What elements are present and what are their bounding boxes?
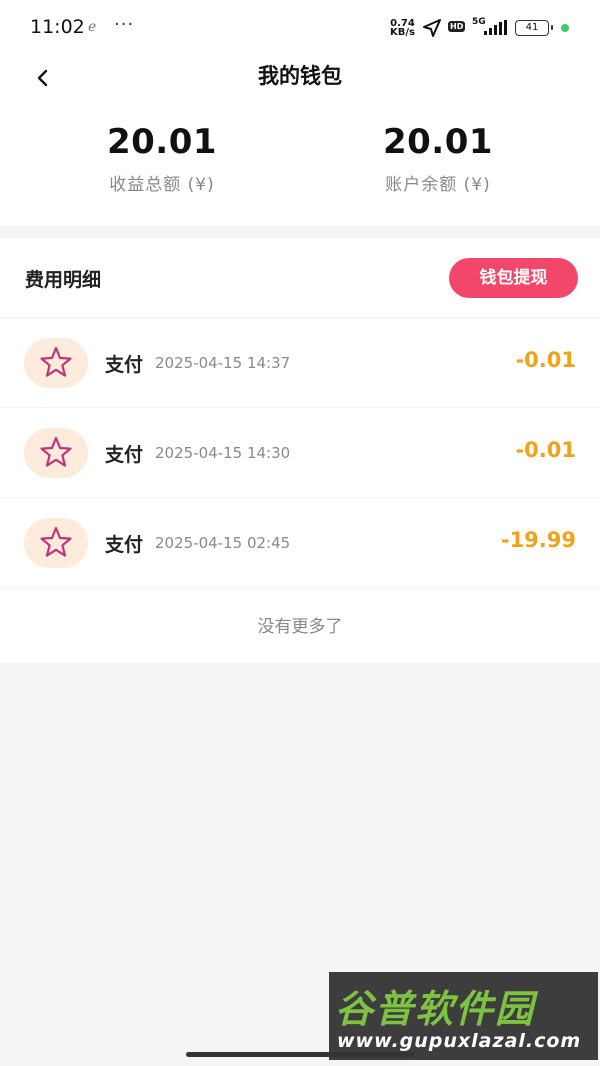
transaction-amount: -0.01 — [515, 348, 576, 372]
status-bar: 11:02 ℯ ··· 0.74 KB/s HD 5G 41 — [0, 0, 600, 56]
page-title: 我的钱包 — [258, 64, 342, 88]
list-title: 费用明细 — [25, 269, 102, 291]
list-item[interactable]: 支付 2025-04-15 14:37 -0.01 — [0, 318, 600, 408]
transaction-type: 支付 — [105, 534, 144, 556]
more-notifications-icon: ··· — [114, 14, 135, 35]
watermark-url: www.gupuxlazal.com — [337, 1030, 582, 1052]
star-icon — [24, 338, 88, 388]
balance-value: 20.01 — [382, 122, 494, 162]
star-icon — [24, 428, 88, 478]
app-header: 我的钱包 — [0, 56, 600, 108]
income-total-label: 收益总额 (¥) — [109, 175, 215, 195]
transaction-amount: -0.01 — [515, 438, 576, 462]
wallet-summary: 20.01 收益总额 (¥) 20.01 账户余额 (¥) — [0, 108, 600, 226]
transaction-list: 费用明细 钱包提现 支付 2025-04-15 14:37 -0.01 支付 2… — [0, 238, 600, 663]
network-speed-unit: KB/s — [390, 27, 415, 38]
location-arrow-icon — [423, 19, 441, 37]
transaction-time: 2025-04-15 14:37 — [155, 354, 291, 372]
income-total-value: 20.01 — [106, 122, 218, 162]
list-end-text: 没有更多了 — [257, 617, 343, 637]
network-speed: 0.74 KB/s — [390, 19, 415, 38]
transaction-time: 2025-04-15 02:45 — [155, 534, 291, 552]
watermark-logo: 谷普软件园 www.gupuxlazal.com — [329, 972, 598, 1060]
home-indicator[interactable] — [186, 1052, 414, 1057]
star-icon — [24, 518, 88, 568]
transaction-type: 支付 — [105, 444, 144, 466]
withdraw-button[interactable]: 钱包提现 — [449, 258, 578, 298]
income-total-block: 20.01 收益总额 (¥) — [12, 122, 312, 195]
battery-icon: 41 — [515, 20, 553, 36]
leaf-icon: ℯ — [88, 19, 97, 35]
transaction-type: 支付 — [105, 354, 144, 376]
list-item[interactable]: 支付 2025-04-15 14:30 -0.01 — [0, 408, 600, 498]
transaction-time: 2025-04-15 14:30 — [155, 444, 291, 462]
list-header: 费用明细 钱包提现 — [0, 238, 600, 318]
transaction-amount: -19.99 — [500, 528, 576, 552]
hd-badge: HD — [448, 21, 466, 32]
active-dot-icon — [561, 24, 569, 32]
balance-label: 账户余额 (¥) — [385, 175, 491, 195]
status-time: 11:02 — [30, 16, 85, 38]
watermark-brand: 谷普软件园 — [335, 987, 536, 1031]
signal-icon — [484, 20, 507, 35]
balance-block: 20.01 账户余额 (¥) — [288, 122, 588, 195]
list-item[interactable]: 支付 2025-04-15 02:45 -19.99 — [0, 498, 600, 588]
